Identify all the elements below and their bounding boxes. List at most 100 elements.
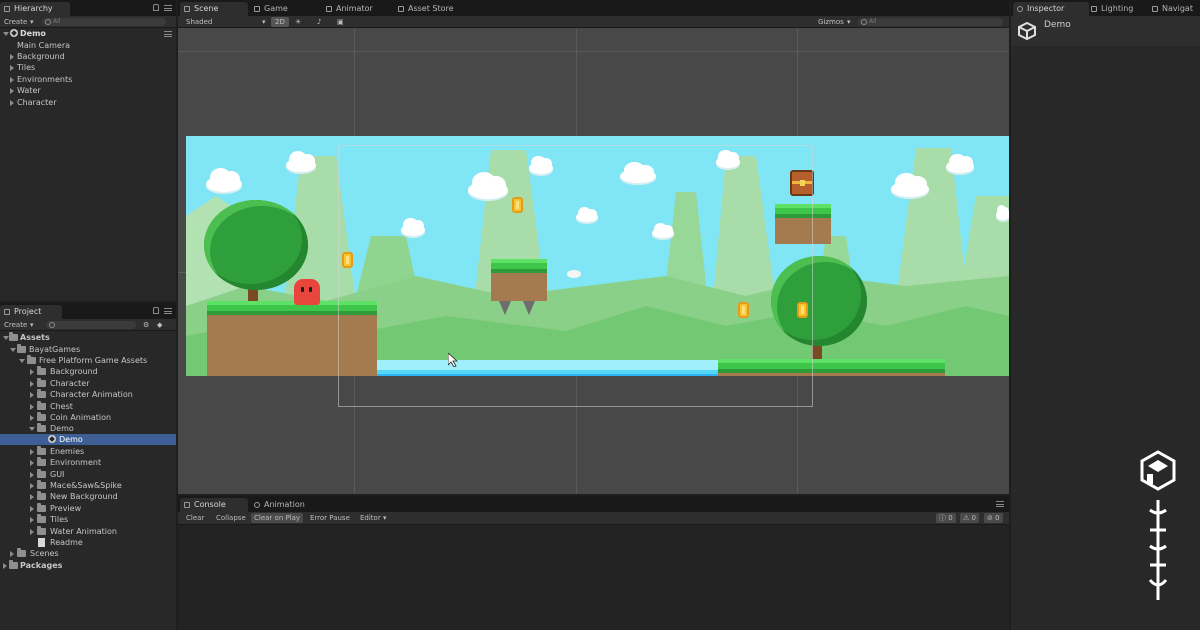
folder-row[interactable]: Demo: [0, 423, 176, 434]
expand-icon[interactable]: [29, 427, 35, 431]
expand-icon[interactable]: [3, 32, 9, 36]
folder-row[interactable]: GUI: [0, 469, 176, 480]
lock-icon[interactable]: [153, 307, 159, 314]
panel-menu-icon[interactable]: [164, 308, 172, 314]
expand-icon[interactable]: [30, 449, 34, 455]
tab-project[interactable]: Project: [0, 305, 62, 319]
hierarchy-toolbar: Create ▾ All: [0, 16, 176, 28]
hierarchy-item[interactable]: Main Camera: [0, 40, 176, 51]
panel-menu-icon[interactable]: [164, 5, 172, 11]
panel-menu-icon[interactable]: [996, 501, 1004, 507]
toggle-2d-button[interactable]: 2D: [271, 17, 289, 27]
expand-icon[interactable]: [30, 369, 34, 375]
hierarchy-search-input[interactable]: All: [42, 18, 166, 26]
folder-row[interactable]: Preview: [0, 503, 176, 514]
lock-icon[interactable]: [153, 4, 159, 11]
hierarchy-item[interactable]: Tiles: [0, 62, 176, 73]
folder-icon: [37, 446, 46, 455]
console-icon: [184, 502, 190, 508]
expand-icon[interactable]: [30, 392, 34, 398]
expand-icon[interactable]: [30, 494, 34, 500]
expand-icon[interactable]: [10, 77, 14, 83]
collapse-button[interactable]: Collapse: [213, 513, 249, 523]
tab-navigation[interactable]: Navigat: [1148, 2, 1200, 16]
expand-icon[interactable]: [10, 551, 14, 557]
hierarchy-item[interactable]: Background: [0, 51, 176, 62]
expand-icon[interactable]: [30, 506, 34, 512]
filter-type-icon[interactable]: ⚙: [143, 320, 149, 330]
packages-row[interactable]: Packages: [0, 560, 176, 571]
folder-row[interactable]: Coin Animation: [0, 412, 176, 423]
expand-icon[interactable]: [10, 65, 14, 71]
expand-icon[interactable]: [19, 359, 25, 363]
folder-icon: [37, 457, 46, 466]
demo-scene-row[interactable]: Demo: [0, 434, 176, 445]
hierarchy-item[interactable]: Environments: [0, 74, 176, 85]
folder-icon: [37, 366, 46, 375]
folder-row[interactable]: Scenes: [0, 548, 176, 559]
scene-search-input[interactable]: All: [858, 18, 1003, 26]
folder-row[interactable]: Chest: [0, 401, 176, 412]
error-count-toggle[interactable]: ⊘ 0: [984, 513, 1003, 523]
shading-dropdown[interactable]: Shaded: [186, 17, 212, 27]
folder-row[interactable]: BayatGames: [0, 344, 176, 355]
effects-toggle-icon[interactable]: ▣: [337, 17, 344, 27]
unity-logo-icon: [1018, 22, 1036, 40]
folder-row[interactable]: Character Animation: [0, 389, 176, 400]
hierarchy-item[interactable]: Character: [0, 97, 176, 108]
scene-menu-icon[interactable]: [164, 31, 172, 37]
tab-lighting[interactable]: Lighting: [1087, 2, 1157, 16]
expand-icon[interactable]: [30, 529, 34, 535]
hierarchy-item[interactable]: Water: [0, 85, 176, 96]
expand-icon[interactable]: [30, 472, 34, 478]
folder-row[interactable]: Environment: [0, 457, 176, 468]
folder-row[interactable]: Free Platform Game Assets: [0, 355, 176, 366]
folder-row[interactable]: Tiles: [0, 514, 176, 525]
lighting-toggle-icon[interactable]: ☀: [295, 17, 301, 27]
expand-icon[interactable]: [30, 460, 34, 466]
tab-hierarchy[interactable]: Hierarchy: [0, 2, 70, 16]
error-pause-button[interactable]: Error Pause: [307, 513, 353, 523]
clear-button[interactable]: Clear: [183, 513, 207, 523]
folder-label: Scenes: [30, 549, 59, 558]
folder-row[interactable]: Mace&Saw&Spike: [0, 480, 176, 491]
expand-icon[interactable]: [30, 517, 34, 523]
scene-viewport[interactable]: [178, 29, 1009, 494]
create-dropdown[interactable]: Create: [4, 17, 27, 27]
folder-row[interactable]: Character: [0, 378, 176, 389]
scene-root-row[interactable]: Demo: [0, 28, 176, 39]
expand-icon[interactable]: [30, 415, 34, 421]
gizmos-dropdown[interactable]: Gizmos: [818, 17, 844, 27]
player-character[interactable]: [294, 279, 320, 305]
tab-game[interactable]: Game: [250, 2, 316, 16]
project-search-input[interactable]: [46, 321, 136, 329]
tab-scene[interactable]: Scene: [180, 2, 248, 16]
folder-row[interactable]: Background: [0, 366, 176, 377]
expand-icon[interactable]: [3, 563, 7, 569]
tab-animator[interactable]: Animator: [322, 2, 396, 16]
file-row[interactable]: Readme: [0, 537, 176, 548]
filter-label-icon[interactable]: ◆: [157, 320, 162, 330]
expand-icon[interactable]: [10, 100, 14, 106]
tab-console[interactable]: Console: [180, 498, 248, 512]
warning-count-toggle[interactable]: ⚠ 0: [960, 513, 979, 523]
tab-animation[interactable]: Animation: [250, 498, 330, 512]
tab-asset-store[interactable]: Asset Store: [394, 2, 474, 16]
clear-on-play-button[interactable]: Clear on Play: [251, 513, 304, 523]
expand-icon[interactable]: [10, 88, 14, 94]
expand-icon[interactable]: [30, 404, 34, 410]
audio-toggle-icon[interactable]: ♪: [317, 17, 321, 27]
expand-icon[interactable]: [30, 483, 34, 489]
assets-root-row[interactable]: Assets: [0, 332, 176, 343]
create-dropdown[interactable]: Create: [4, 320, 27, 330]
folder-row[interactable]: Enemies: [0, 446, 176, 457]
folder-row[interactable]: Water Animation: [0, 526, 176, 537]
info-count-toggle[interactable]: ⓘ 0: [936, 513, 956, 523]
expand-icon[interactable]: [30, 381, 34, 387]
expand-icon[interactable]: [10, 54, 14, 60]
list-icon: [4, 6, 10, 12]
expand-icon[interactable]: [10, 348, 16, 352]
folder-row[interactable]: New Background: [0, 491, 176, 502]
tab-inspector[interactable]: Inspector: [1013, 2, 1089, 16]
tab-project-label: Project: [14, 307, 42, 316]
